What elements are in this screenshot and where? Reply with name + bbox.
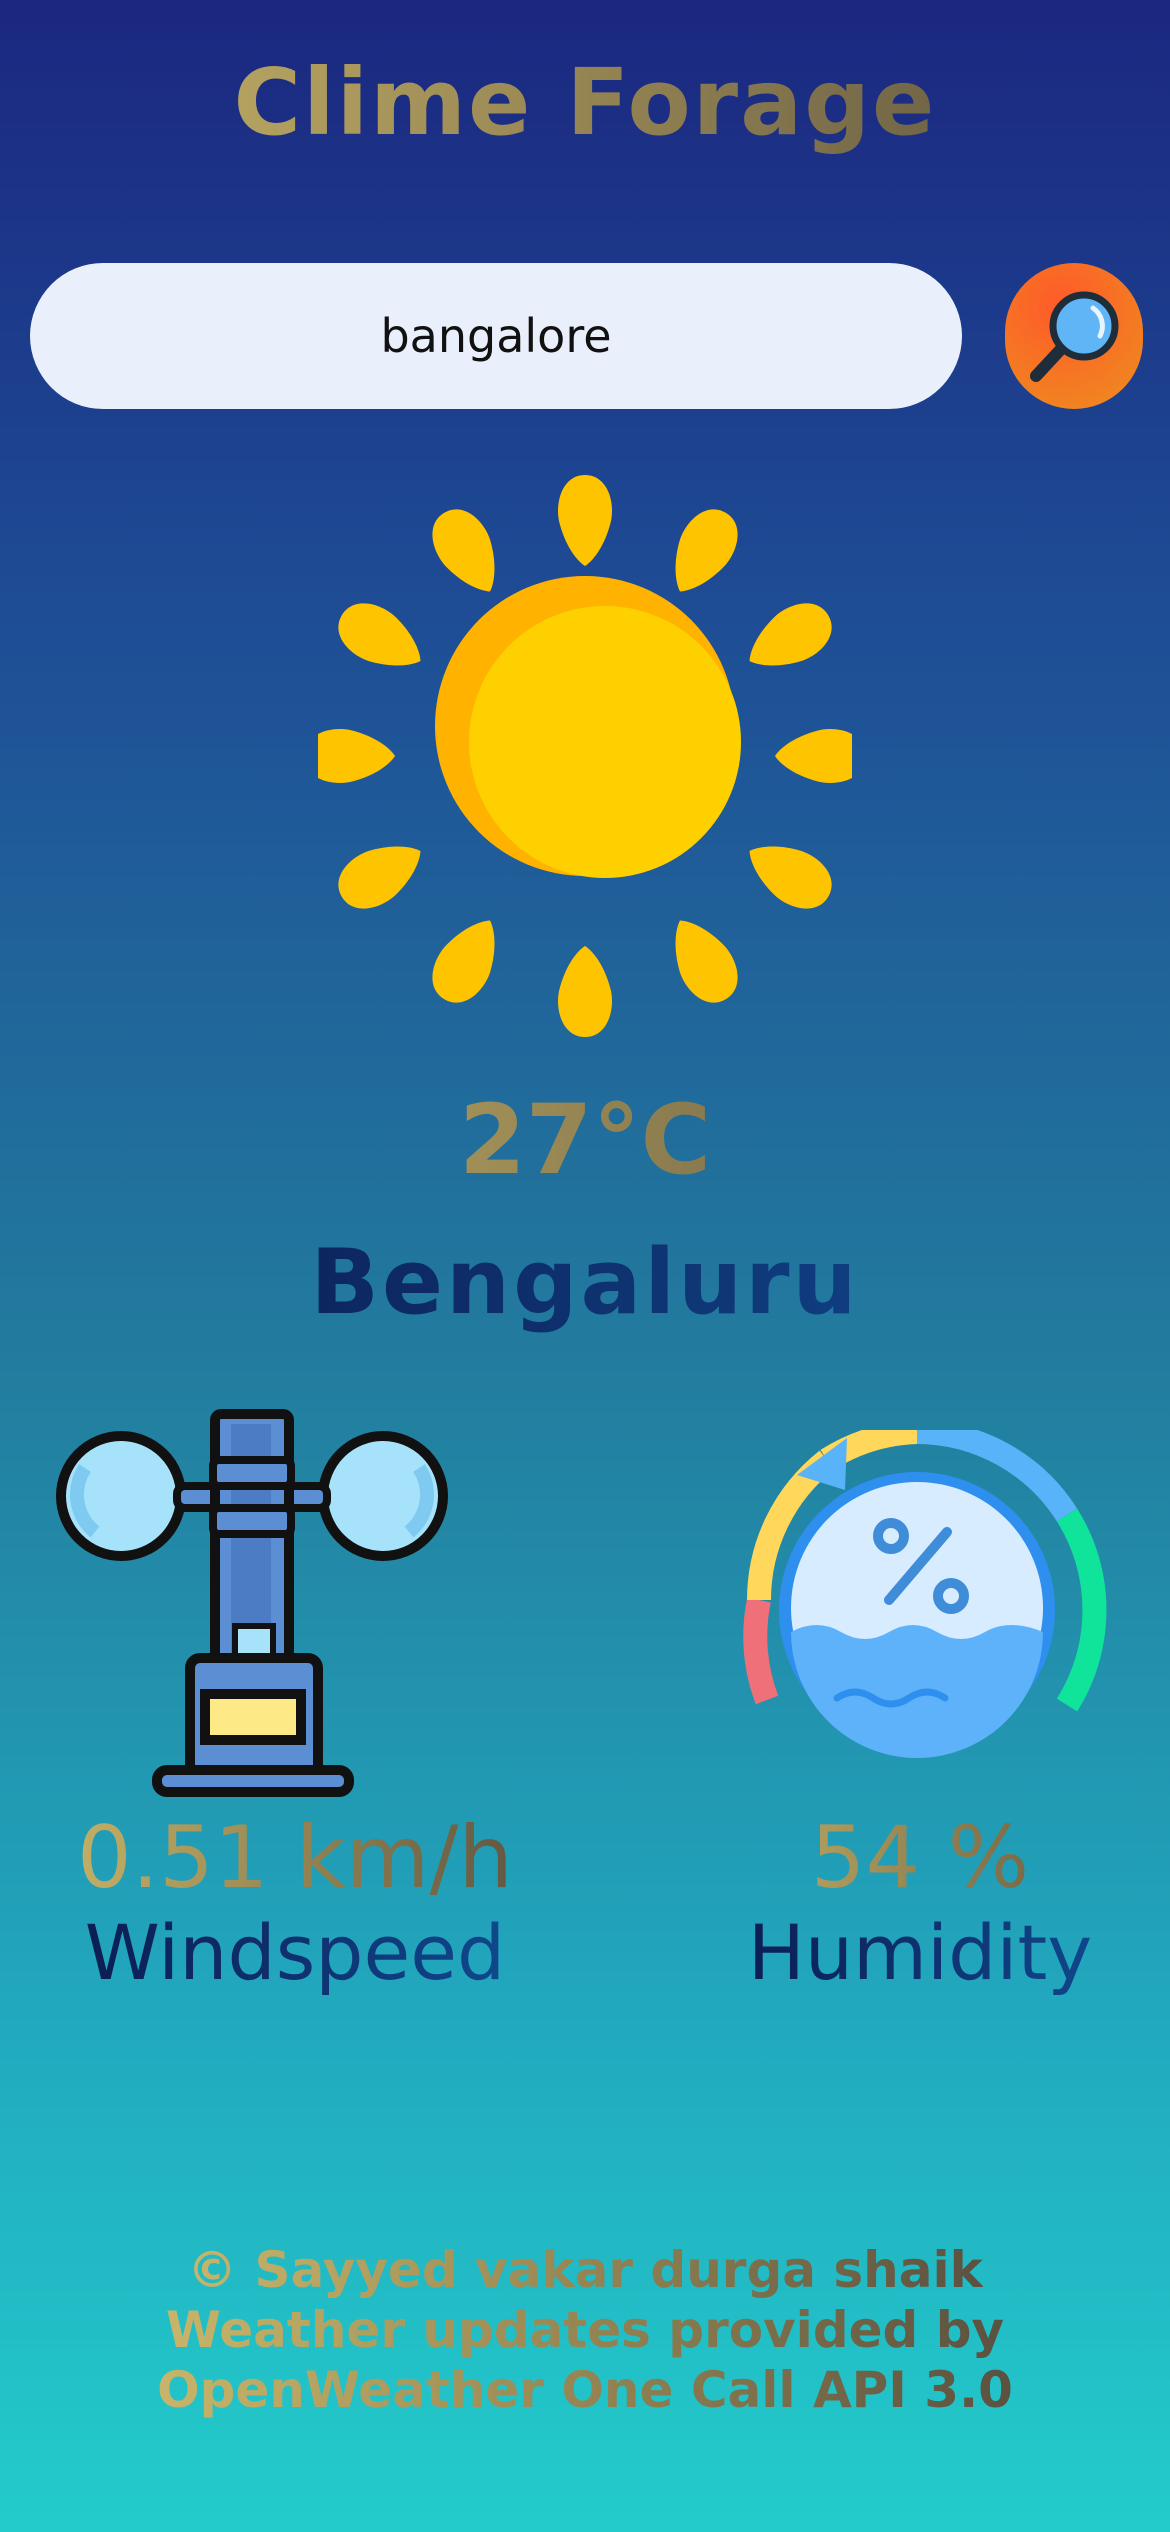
app-title: Clime Forage: [0, 48, 1170, 158]
humidity-label: Humidity: [700, 1908, 1140, 1998]
anemometer-icon: [56, 1409, 448, 1797]
footer: © Sayyed vakar durga shaik Weather updat…: [0, 2240, 1170, 2420]
humidity-value: 54 %: [700, 1808, 1140, 1908]
footer-api: OpenWeather One Call API 3.0: [157, 2361, 1013, 2419]
temperature-value: 27°C: [0, 1085, 1170, 1195]
search-button[interactable]: [1005, 263, 1143, 409]
humidity-gauge-icon: [743, 1430, 1107, 1758]
footer-credit: Weather updates provided by: [165, 2301, 1005, 2359]
windspeed-label: Windspeed: [40, 1908, 550, 1998]
search-input[interactable]: [30, 263, 962, 409]
search-icon: [1030, 291, 1119, 382]
sun-icon: [318, 475, 852, 1037]
footer-copyright: © Sayyed vakar durga shaik: [187, 2241, 983, 2299]
city-name: Bengaluru: [0, 1228, 1170, 1338]
windspeed-value: 0.51 km/h: [40, 1808, 550, 1908]
